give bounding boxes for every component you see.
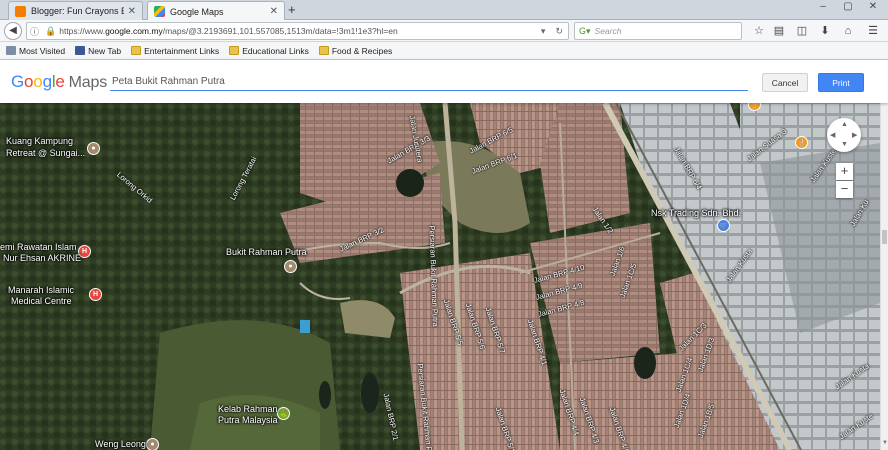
folder-icon bbox=[229, 46, 240, 55]
maps-print-header: GoogleMaps Cancel Print bbox=[0, 60, 888, 103]
maximize-icon[interactable]: ▢ bbox=[840, 0, 856, 16]
bookmarks-bar: Most Visited New Tab Entertainment Links… bbox=[0, 42, 888, 60]
zoom-out-button[interactable]: − bbox=[836, 181, 853, 198]
tab-title: Blogger: Fun Crayons EduSp bbox=[31, 6, 124, 16]
map-title-input[interactable] bbox=[110, 73, 748, 91]
google-maps-logo: Google Maps bbox=[11, 72, 107, 92]
logo-letter: o bbox=[33, 72, 43, 91]
bookmark-food-recipes[interactable]: Food & Recipes bbox=[318, 46, 392, 56]
clipboard-icon[interactable]: ▤ bbox=[772, 24, 786, 38]
tab-title: Google Maps bbox=[170, 6, 224, 17]
logo-letter: G bbox=[11, 72, 25, 91]
tab-strip: Blogger: Fun Crayons EduSp ✕ Google Maps… bbox=[0, 0, 888, 21]
address-bar[interactable]: ⓘ 🔒 https://www.google.com.my/maps/@3.21… bbox=[26, 22, 569, 40]
logo-maps-text: Maps bbox=[68, 74, 108, 91]
place-label[interactable]: Manarah Islamic bbox=[8, 285, 74, 296]
star-icon[interactable]: ☆ bbox=[752, 24, 766, 38]
pan-up-icon[interactable]: ▲ bbox=[841, 121, 848, 128]
search-placeholder: Search bbox=[594, 26, 622, 36]
lock-icon: 🔒 bbox=[45, 25, 57, 36]
reload-icon[interactable]: ↻ bbox=[555, 26, 563, 37]
place-label[interactable]: Nsk Trading Sdn. Bhd. bbox=[651, 208, 741, 219]
new-tab-icon[interactable]: + bbox=[288, 2, 296, 17]
folder-icon bbox=[318, 46, 329, 55]
pocket-icon[interactable]: ◫ bbox=[795, 24, 809, 38]
place-label[interactable]: Weng Leong bbox=[95, 439, 146, 450]
folder-icon bbox=[131, 46, 142, 55]
zoom-in-button[interactable]: + bbox=[836, 163, 853, 180]
home-icon[interactable]: ⌂ bbox=[841, 24, 855, 38]
place-label[interactable]: Kelab Rahman bbox=[218, 404, 278, 415]
menu-icon[interactable]: ☰ bbox=[866, 24, 880, 38]
tab-google-maps[interactable]: Google Maps ✕ bbox=[147, 1, 285, 21]
place-label[interactable]: emi Rawatan Islam bbox=[0, 242, 77, 253]
info-icon[interactable]: ⓘ bbox=[30, 25, 39, 38]
dropdown-arrow-icon[interactable]: ▾ bbox=[541, 26, 546, 37]
place-label[interactable]: Retreat @ Sungai... bbox=[6, 148, 85, 159]
facebook-icon bbox=[75, 46, 86, 55]
bookmark-entertainment-links[interactable]: Entertainment Links bbox=[131, 46, 219, 56]
search-engine-icon[interactable]: G▾ bbox=[579, 26, 591, 37]
close-window-icon[interactable]: ✕ bbox=[865, 0, 881, 16]
logo-letter: g bbox=[42, 72, 52, 91]
bookmark-educational-links[interactable]: Educational Links bbox=[229, 46, 309, 56]
scroll-down-icon[interactable]: ▼ bbox=[882, 440, 888, 446]
blogger-icon bbox=[15, 5, 26, 17]
print-button[interactable]: Print bbox=[818, 73, 864, 92]
pan-left-icon[interactable]: ◀ bbox=[830, 131, 835, 139]
vertical-scrollbar[interactable]: ▲ ▼ bbox=[880, 60, 888, 450]
hospital-pin-icon[interactable]: H bbox=[89, 288, 102, 301]
retreat-pin-icon[interactable]: ● bbox=[87, 142, 100, 155]
close-tab-icon[interactable]: ✕ bbox=[270, 6, 278, 17]
shop-pin-icon[interactable]: 🛒 bbox=[717, 219, 730, 232]
place-label[interactable]: Bukit Rahman Putra bbox=[226, 247, 307, 258]
place-label[interactable]: Medical Centre bbox=[11, 296, 72, 307]
url-text[interactable]: https://www.google.com.my/maps/@3.219369… bbox=[59, 26, 536, 36]
download-icon[interactable]: ⬇ bbox=[818, 24, 832, 38]
place-label[interactable]: Kuang Kampung bbox=[6, 136, 73, 147]
restaurant-pin-icon[interactable]: 🍴 bbox=[795, 136, 808, 149]
town-pin-icon[interactable]: ● bbox=[284, 260, 297, 273]
place-label[interactable]: Putra Malaysia bbox=[218, 415, 278, 426]
back-arrow-icon[interactable]: ◀ bbox=[4, 22, 22, 40]
scrollbar-thumb[interactable] bbox=[882, 230, 887, 244]
bookmark-most-visited[interactable]: Most Visited bbox=[6, 46, 65, 56]
golf-pin-icon[interactable]: ⛳ bbox=[277, 407, 290, 420]
pan-control[interactable]: ▲ ▼ ◀ ▶ bbox=[827, 118, 861, 152]
tab-blogger[interactable]: Blogger: Fun Crayons EduSp ✕ bbox=[8, 1, 143, 20]
place-pin-icon[interactable]: ● bbox=[146, 438, 159, 450]
satellite-map[interactable]: ● Kuang Kampung Retreat @ Sungai... ● Bu… bbox=[0, 103, 880, 450]
cancel-button[interactable]: Cancel bbox=[762, 73, 808, 92]
most-visited-icon bbox=[6, 46, 16, 55]
minimize-icon[interactable]: – bbox=[815, 0, 831, 16]
place-label[interactable]: Nur Ehsan AKRINE bbox=[3, 253, 81, 264]
bookmark-new-tab[interactable]: New Tab bbox=[75, 46, 121, 56]
pan-down-icon[interactable]: ▼ bbox=[841, 141, 848, 148]
pan-right-icon[interactable]: ▶ bbox=[852, 131, 857, 139]
logo-google-text: Google bbox=[11, 72, 65, 91]
logo-letter: o bbox=[24, 72, 34, 91]
close-tab-icon[interactable]: ✕ bbox=[128, 6, 136, 17]
logo-letter: e bbox=[55, 72, 65, 91]
navigation-bar: ◀ ⓘ 🔒 https://www.google.com.my/maps/@3.… bbox=[0, 20, 888, 42]
google-maps-icon bbox=[154, 6, 165, 17]
search-bar[interactable]: G▾ Search bbox=[574, 22, 742, 40]
